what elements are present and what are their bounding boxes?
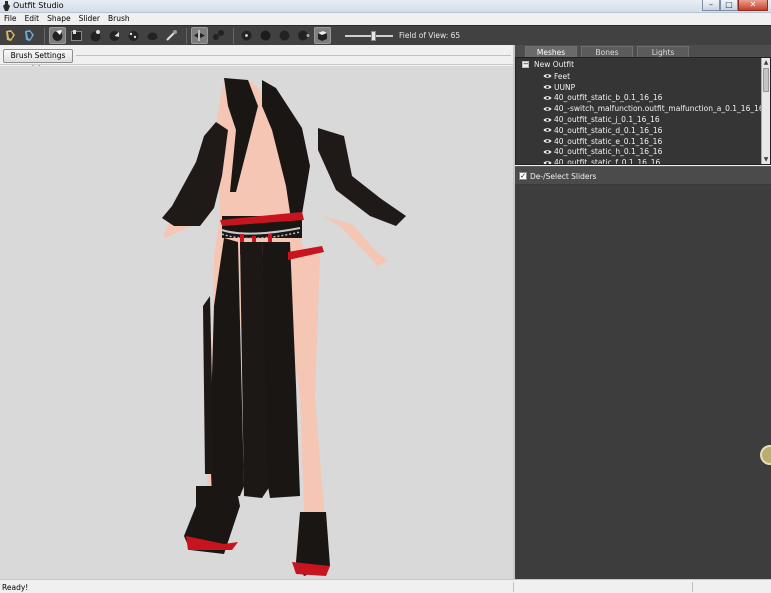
eye-icon[interactable]	[543, 84, 552, 90]
tab-bones[interactable]: Bones	[581, 46, 633, 57]
brush-settings-button[interactable]: Brush Settings >>	[3, 49, 73, 72]
wireframe-view-icon[interactable]	[257, 27, 274, 44]
eye-icon[interactable]	[543, 149, 552, 155]
toolbar-separator	[186, 27, 187, 44]
select-sliders-checkbox[interactable]: ✓	[519, 172, 527, 180]
slider-thumb[interactable]	[371, 30, 377, 41]
eye-icon[interactable]	[543, 138, 552, 144]
eye-icon[interactable]	[543, 95, 552, 101]
close-button[interactable]: ✕	[738, 0, 768, 11]
maximize-button[interactable]: □	[720, 0, 738, 11]
mesh-name: 40_outfit_static_f_0.1_16_16	[554, 158, 661, 165]
mesh-list-item[interactable]: 40_outfit_static_j_0.1_16_16	[543, 114, 764, 125]
mesh-list-item[interactable]: UUNP	[543, 82, 764, 93]
mesh-list-item[interactable]: Feet	[543, 71, 764, 82]
eye-icon[interactable]	[543, 117, 552, 123]
collapse-icon[interactable]: −	[522, 61, 529, 68]
brush-settings-bar: Brush Settings >>	[0, 45, 513, 72]
move-brush-icon[interactable]	[125, 27, 142, 44]
mesh-name: Feet	[554, 71, 571, 81]
mesh-name: 40_outfit_static_d_0.1_16_16	[554, 125, 663, 135]
scroll-up-icon[interactable]: ▲	[762, 58, 770, 67]
tab-lights[interactable]: Lights	[637, 46, 689, 57]
slider-header: ✓ De-/Select Sliders	[515, 166, 771, 185]
mesh-name: 40_outfit_static_j_0.1_16_16	[554, 115, 660, 125]
menu-slider[interactable]: Slider	[75, 13, 104, 25]
mesh-scrollbar[interactable]: ▲ ▼	[761, 58, 770, 164]
outfit-name: New Outfit	[534, 60, 575, 69]
mesh-name: UUNP	[554, 82, 576, 92]
load-outfit-icon[interactable]	[21, 27, 38, 44]
mask-brush-icon[interactable]	[68, 27, 85, 44]
menu-edit[interactable]: Edit	[21, 13, 44, 25]
menu-brush[interactable]: Brush	[104, 13, 134, 25]
deflate-brush-icon[interactable]	[106, 27, 123, 44]
mesh-tree: − New Outfit Feet UUNP 40_outfit_static_b_…	[515, 57, 771, 165]
menu-shape[interactable]: Shape	[43, 13, 75, 25]
toolbar-separator	[233, 27, 234, 44]
outfit-model-render	[162, 78, 406, 576]
save-project-icon[interactable]	[2, 27, 19, 44]
status-divider	[513, 582, 514, 592]
vertex-view-icon[interactable]	[238, 27, 255, 44]
tab-meshes[interactable]: Meshes	[525, 46, 577, 57]
mask-view-icon[interactable]	[295, 27, 312, 44]
mesh-name: 40_-switch_malfunction.outfit_malfunctio…	[554, 104, 764, 114]
slider-panel	[515, 185, 771, 579]
weight-brush-icon[interactable]	[163, 27, 180, 44]
lighting-view-icon[interactable]	[276, 27, 293, 44]
standard-brush-icon[interactable]	[49, 27, 66, 44]
toolbar: Field of View: 65	[0, 25, 771, 45]
select-sliders-label: De-/Select Sliders	[530, 172, 597, 181]
mesh-name: 40_outfit_static_e_0.1_16_16	[554, 136, 663, 146]
inflate-brush-icon[interactable]	[87, 27, 104, 44]
mesh-list-item[interactable]: 40_outfit_static_f_0.1_16_16	[543, 157, 764, 165]
eye-icon[interactable]	[543, 160, 552, 165]
mesh-list-item[interactable]: 40_outfit_static_d_0.1_16_16	[543, 125, 764, 136]
app-icon	[3, 1, 10, 11]
field-of-view-slider[interactable]	[345, 30, 393, 42]
texture-view-icon[interactable]	[314, 27, 331, 44]
panel-tabs: Meshes Bones Lights	[515, 45, 771, 57]
mesh-list: Feet UUNP 40_outfit_static_b_0.1_16_16 40_-…	[543, 71, 764, 165]
menu-bar: File Edit Shape Slider Brush	[0, 13, 771, 25]
mesh-list-item[interactable]: 40_-switch_malfunction.outfit_malfunctio…	[543, 103, 764, 114]
status-divider	[692, 582, 693, 592]
eye-icon[interactable]	[543, 127, 552, 133]
connected-only-icon[interactable]	[210, 27, 227, 44]
panel-drag-handle[interactable]	[760, 445, 771, 465]
mesh-list-item[interactable]: 40_outfit_static_e_0.1_16_16	[543, 136, 764, 147]
tree-root-outfit[interactable]: − New Outfit	[522, 60, 574, 69]
divider	[76, 55, 511, 56]
menu-file[interactable]: File	[0, 13, 21, 25]
mesh-name: 40_outfit_static_b_0.1_16_16	[554, 93, 663, 103]
status-bar: Ready!	[0, 579, 771, 593]
3d-viewport[interactable]	[0, 66, 513, 579]
eye-icon[interactable]	[543, 73, 552, 79]
mesh-list-item[interactable]: 40_outfit_static_b_0.1_16_16	[543, 93, 764, 104]
scroll-thumb[interactable]	[763, 68, 769, 92]
minimize-button[interactable]: –	[702, 0, 720, 11]
scroll-down-icon[interactable]: ▼	[762, 155, 770, 164]
mesh-name: 40_outfit_static_h_0.1_16_16	[554, 147, 663, 157]
mirror-x-icon[interactable]	[191, 27, 208, 44]
field-of-view-label: Field of View: 65	[399, 31, 461, 40]
title-bar: Outfit Studio – □ ✕	[0, 0, 771, 13]
status-text: Ready!	[2, 583, 29, 592]
window-title: Outfit Studio	[13, 1, 64, 10]
toolbar-separator	[44, 27, 45, 44]
smooth-brush-icon[interactable]	[144, 27, 161, 44]
eye-icon[interactable]	[543, 106, 552, 112]
mesh-list-item[interactable]: 40_outfit_static_h_0.1_16_16	[543, 147, 764, 158]
